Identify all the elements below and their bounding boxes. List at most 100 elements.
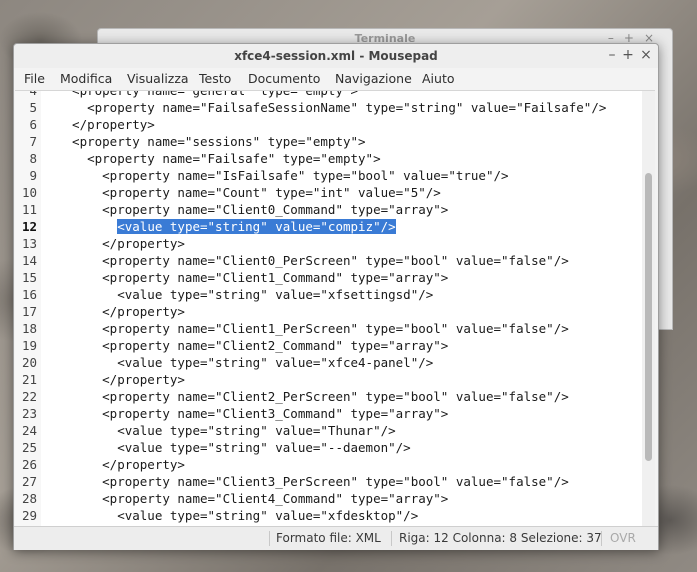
line-number: 4 [29, 90, 37, 98]
code-text: <property name="Client1_PerScreen" type=… [57, 321, 569, 336]
line-number: 12 [21, 219, 37, 234]
menu-bar: File Modifica Visualizza Testo Documento… [14, 68, 658, 90]
code-line[interactable]: 26 </property> [15, 456, 641, 473]
line-number: 15 [21, 270, 37, 285]
status-separator [601, 531, 602, 546]
code-line[interactable]: 22 <property name="Client2_PerScreen" ty… [15, 388, 641, 405]
code-line[interactable]: 17 </property> [15, 303, 641, 320]
overwrite-mode-status: OVR [610, 531, 636, 545]
code-text: <value type="string" value="compiz"/> [57, 218, 396, 235]
code-line[interactable]: 11 <property name="Client0_Command" type… [15, 201, 641, 218]
file-format-status[interactable]: Formato file: XML [276, 527, 381, 550]
code-text: <value type="string" value="--daemon"/> [57, 440, 411, 455]
menu-navigazione[interactable]: Navigazione [335, 68, 412, 90]
code-text: <property name="Client4_Command" type="a… [57, 491, 449, 506]
code-line[interactable]: 4 <property name="general" type="empty"> [15, 90, 641, 99]
code-text: <property name="Client2_Command" type="a… [57, 338, 449, 353]
code-text: <property name="Failsafe" type="empty"> [57, 151, 381, 166]
vertical-scrollbar[interactable] [642, 91, 655, 527]
code-line[interactable]: 5 <property name="FailsafeSessionName" t… [15, 99, 641, 116]
code-text: <property name="Client3_Command" type="a… [57, 406, 449, 421]
line-number: 23 [21, 406, 37, 421]
code-line[interactable]: 16 <value type="string" value="xfsetting… [15, 286, 641, 303]
line-number: 6 [29, 117, 37, 132]
code-text: </property> [57, 457, 185, 472]
line-number: 21 [21, 372, 37, 387]
code-line[interactable]: 6 </property> [15, 116, 641, 133]
menu-visualizza[interactable]: Visualizza [127, 68, 189, 90]
title-bar[interactable]: xfce4-session.xml - Mousepad – + × [14, 44, 658, 68]
line-number: 13 [21, 236, 37, 251]
line-number: 29 [21, 508, 37, 523]
line-number: 9 [29, 168, 37, 183]
line-number: 17 [21, 304, 37, 319]
close-icon[interactable]: × [638, 47, 654, 63]
text-editor[interactable]: 4 <property name="general" type="empty">… [15, 90, 655, 527]
code-line[interactable]: 14 <property name="Client0_PerScreen" ty… [15, 252, 641, 269]
minimize-icon[interactable]: – [604, 47, 620, 63]
code-text: <property name="Count" type="int" value=… [57, 185, 441, 200]
code-line[interactable]: 10 <property name="Count" type="int" val… [15, 184, 641, 201]
code-line[interactable]: 15 <property name="Client1_Command" type… [15, 269, 641, 286]
menu-documento[interactable]: Documento [248, 68, 320, 90]
line-number: 11 [21, 202, 37, 217]
code-line[interactable]: 18 <property name="Client1_PerScreen" ty… [15, 320, 641, 337]
code-text: <property name="FailsafeSessionName" typ… [57, 100, 607, 115]
code-text: <value type="string" value="xfdesktop"/> [57, 508, 419, 523]
mousepad-window: xfce4-session.xml - Mousepad – + × File … [13, 43, 659, 550]
selected-text[interactable]: <value type="string" value="compiz"/> [117, 219, 396, 234]
code-text: <property name="general" type="empty"> [57, 90, 359, 98]
line-number: 5 [29, 100, 37, 115]
line-number: 19 [21, 338, 37, 353]
line-number: 24 [21, 423, 37, 438]
code-line[interactable]: 27 <property name="Client3_PerScreen" ty… [15, 473, 641, 490]
window-title: xfce4-session.xml - Mousepad [234, 49, 438, 63]
line-number: 14 [21, 253, 37, 268]
code-text: </property> [57, 304, 185, 319]
line-number: 20 [21, 355, 37, 370]
scrollbar-thumb[interactable] [645, 173, 652, 461]
menu-testo[interactable]: Testo [199, 68, 231, 90]
code-text: <value type="string" value="Thunar"/> [57, 423, 396, 438]
code-text: </property> [57, 236, 185, 251]
code-line[interactable]: 29 <value type="string" value="xfdesktop… [15, 507, 641, 524]
code-line[interactable]: 28 <property name="Client4_Command" type… [15, 490, 641, 507]
code-line[interactable]: 23 <property name="Client3_Command" type… [15, 405, 641, 422]
code-text: <value type="string" value="xfsettingsd"… [57, 287, 434, 302]
code-line[interactable]: 12 <value type="string" value="compiz"/> [15, 218, 641, 235]
code-line[interactable]: 20 <value type="string" value="xfce4-pan… [15, 354, 641, 371]
line-number: 27 [21, 474, 37, 489]
line-number: 10 [21, 185, 37, 200]
code-text: <property name="Client0_PerScreen" type=… [57, 253, 569, 268]
cursor-position-status: Riga: 12 Colonna: 8 Selezione: 37 [399, 531, 602, 545]
status-bar: Formato file: XML Riga: 12 Colonna: 8 Se… [14, 526, 658, 550]
code-line[interactable]: 9 <property name="IsFailsafe" type="bool… [15, 167, 641, 184]
code-text: <property name="sessions" type="empty"> [57, 134, 366, 149]
code-text: <property name="Client0_Command" type="a… [57, 202, 449, 217]
code-text: <property name="Client3_PerScreen" type=… [57, 474, 569, 489]
line-number: 18 [21, 321, 37, 336]
code-text: <property name="Client2_PerScreen" type=… [57, 389, 569, 404]
status-separator [269, 531, 270, 546]
menu-aiuto[interactable]: Aiuto [422, 68, 455, 90]
code-line[interactable]: 13 </property> [15, 235, 641, 252]
menu-file[interactable]: File [24, 68, 45, 90]
code-line[interactable]: 8 <property name="Failsafe" type="empty"… [15, 150, 641, 167]
code-text: </property> [57, 372, 185, 387]
line-number: 16 [21, 287, 37, 302]
line-number: 22 [21, 389, 37, 404]
code-text: <property name="Client1_Command" type="a… [57, 270, 449, 285]
code-text: <property name="IsFailsafe" type="bool" … [57, 168, 509, 183]
code-text: </property> [57, 117, 155, 132]
code-line[interactable]: 19 <property name="Client2_Command" type… [15, 337, 641, 354]
maximize-icon[interactable]: + [620, 47, 636, 63]
code-line[interactable]: 25 <value type="string" value="--daemon"… [15, 439, 641, 456]
line-number: 28 [21, 491, 37, 506]
code-line[interactable]: 7 <property name="sessions" type="empty"… [15, 133, 641, 150]
code-line[interactable]: 24 <value type="string" value="Thunar"/> [15, 422, 641, 439]
status-separator [391, 531, 392, 546]
line-number: 7 [29, 134, 37, 149]
code-line[interactable]: 21 </property> [15, 371, 641, 388]
line-number: 26 [21, 457, 37, 472]
menu-modifica[interactable]: Modifica [60, 68, 112, 90]
